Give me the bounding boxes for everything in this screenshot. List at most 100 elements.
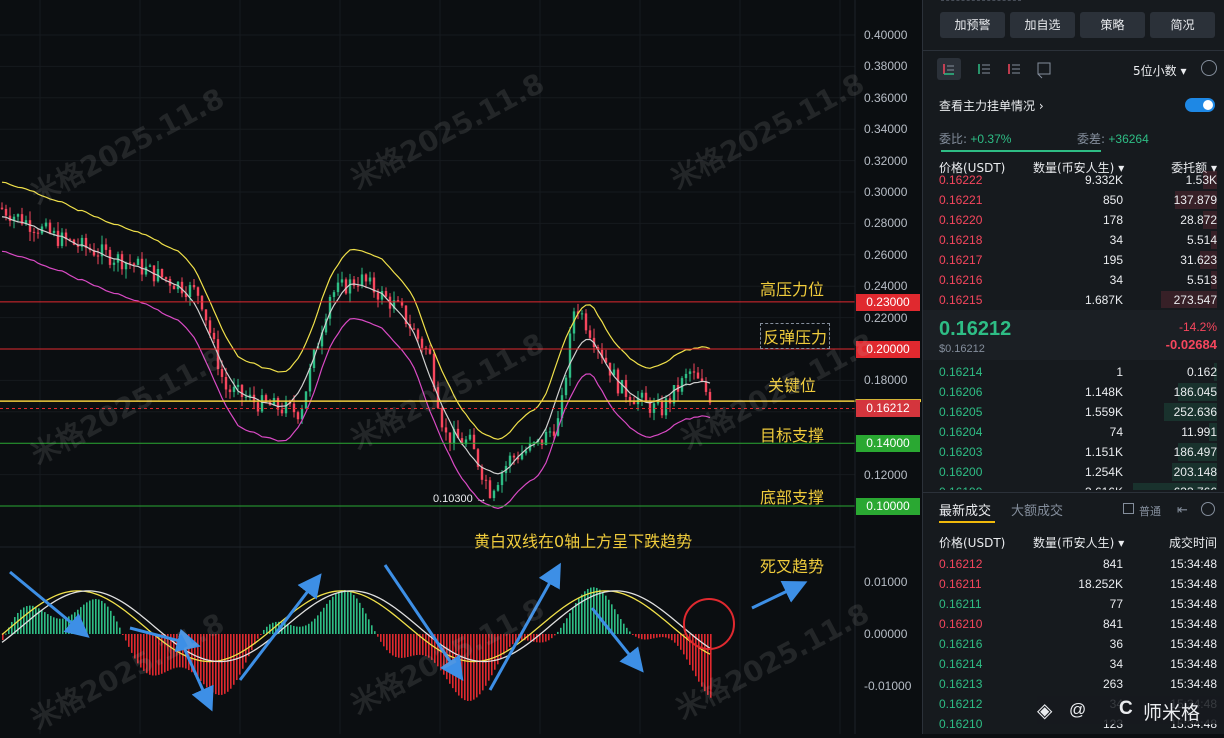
main-orders-toggle[interactable] (1185, 98, 1215, 112)
candle-body (56, 230, 60, 246)
trend-arrow (751, 580, 808, 610)
macd-bar (542, 634, 544, 643)
ask-row[interactable]: 0.16222 9.332K 1.53K (923, 170, 1224, 190)
add-favorite-button[interactable]: 加自选 (1010, 12, 1075, 38)
trend-arrow (590, 607, 644, 673)
macd-bar (548, 634, 550, 641)
bottom-support-label: 底部支撑 (760, 488, 825, 507)
ask-row[interactable]: 0.16218 34 5.514 (923, 230, 1224, 250)
view-bids-icon[interactable] (973, 58, 995, 80)
macd-bar (395, 634, 397, 657)
ask-row[interactable]: 0.16215 1.687K 273.547 (923, 290, 1224, 308)
candle-body (308, 367, 312, 392)
bid-row[interactable]: 0.16200 1.254K 203.148 (923, 462, 1224, 482)
bid-row[interactable]: 0.16199 3.616K 633.766 (923, 482, 1224, 490)
order-price: 0.16221 (939, 193, 983, 207)
trades-qty-dropdown[interactable]: 数量(币安人生) ▾ (1033, 534, 1124, 551)
candle-body (468, 434, 472, 440)
candle-body (16, 214, 20, 217)
chart-grid (0, 0, 855, 734)
macd-bar (647, 634, 649, 640)
strategy-button[interactable]: 策略 (1080, 12, 1145, 38)
candle-body (52, 230, 56, 233)
bid-row[interactable]: 0.16205 1.559K 252.636 (923, 402, 1224, 422)
order-total: 28.872 (1180, 213, 1217, 227)
candle-body (244, 396, 248, 398)
trades-settings-icon[interactable] (1201, 502, 1215, 516)
macd-bar (383, 634, 385, 647)
ask-row[interactable]: 0.16217 195 31.623 (923, 250, 1224, 270)
order-price: 0.16205 (939, 405, 983, 419)
candle-body (348, 279, 352, 294)
candle-body (444, 427, 448, 433)
candle-body (0, 207, 4, 209)
macd-bar (308, 623, 310, 634)
view-trades-icon[interactable] (1033, 58, 1055, 80)
decimals-select[interactable]: 5位小数 ▾ (1133, 62, 1186, 79)
macd-bar (575, 603, 577, 634)
candle-body (292, 403, 296, 413)
candle-body (364, 274, 368, 282)
normal-checkbox[interactable] (1123, 503, 1134, 514)
candle-body (172, 285, 176, 290)
macd-bar (335, 593, 337, 634)
bid-row[interactable]: 0.16203 1.151K 186.497 (923, 442, 1224, 462)
tab-latest-trades[interactable]: 最新成交 (939, 500, 991, 519)
macd-bar (86, 602, 88, 634)
candle-body (96, 255, 100, 257)
bid-row[interactable]: 0.16204 74 11.991 (923, 422, 1224, 442)
macd-bar (350, 592, 352, 634)
overview-button[interactable]: 简况 (1150, 12, 1215, 38)
main-orders-link[interactable]: 查看主力挂单情况 › (939, 97, 1044, 114)
trade-qty: 263 (1102, 677, 1123, 691)
macd-bar (74, 612, 76, 634)
candle-body (260, 395, 264, 412)
macd-bar (293, 625, 295, 634)
order-price: 0.16220 (939, 213, 983, 227)
tab-large-trades[interactable]: 大额成交 (1011, 500, 1063, 519)
order-total: 186.045 (1173, 385, 1217, 399)
chart-area[interactable]: 0.40000 0.38000 0.36000 0.34000 0.32000 0.300… (0, 0, 922, 736)
candle-body (488, 480, 492, 499)
filter-icon[interactable]: ⇤ (1177, 502, 1188, 518)
candle-body (656, 401, 660, 404)
order-qty: 1.254K (1084, 465, 1123, 479)
settings-icon[interactable] (1201, 60, 1217, 76)
bollinger-bands (1, 181, 711, 509)
low-price-marker: 0.10300 → (433, 493, 487, 505)
macd-bar (374, 631, 376, 634)
view-both-icon[interactable] (937, 58, 961, 80)
macd-bar (581, 594, 583, 634)
brand-name: 师米格 (1143, 702, 1201, 724)
macd-bar (47, 614, 49, 634)
trade-qty: 77 (1109, 597, 1123, 611)
macd-bar (59, 618, 61, 634)
add-alert-button[interactable]: 加预警 (940, 12, 1005, 38)
trade-price: 0.16211 (939, 577, 982, 591)
macd-bar (602, 592, 604, 634)
level-price-tag: 0.10000 (856, 498, 920, 515)
bid-row[interactable]: 0.16214 1 0.162 (923, 362, 1224, 382)
macd-bar (386, 634, 388, 651)
macd-bar (116, 621, 118, 634)
macd-bar (101, 600, 103, 634)
candle-body (36, 232, 40, 234)
view-asks-icon[interactable] (1003, 58, 1025, 80)
trade-time: 15:34:48 (1170, 637, 1217, 651)
bid-row[interactable]: 0.16206 1.148K 186.045 (923, 382, 1224, 402)
last-price: 0.16212 (939, 318, 1012, 340)
macd-bar (626, 627, 628, 634)
candle-body (472, 434, 476, 450)
macd-bar (641, 634, 643, 640)
ask-row[interactable]: 0.16220 178 28.872 (923, 210, 1224, 230)
trade-row: 0.16211 18.252K 15:34:48 (923, 574, 1224, 594)
macd-bar (26, 606, 28, 634)
macd-bar (257, 634, 259, 639)
ask-row[interactable]: 0.16216 34 5.513 (923, 270, 1224, 290)
macd-bar (338, 591, 340, 634)
order-price: 0.16200 (939, 465, 983, 479)
macd-bar (632, 634, 634, 635)
candle-body (284, 401, 288, 414)
candle-body (692, 371, 696, 373)
ask-row[interactable]: 0.16221 850 137.879 (923, 190, 1224, 210)
